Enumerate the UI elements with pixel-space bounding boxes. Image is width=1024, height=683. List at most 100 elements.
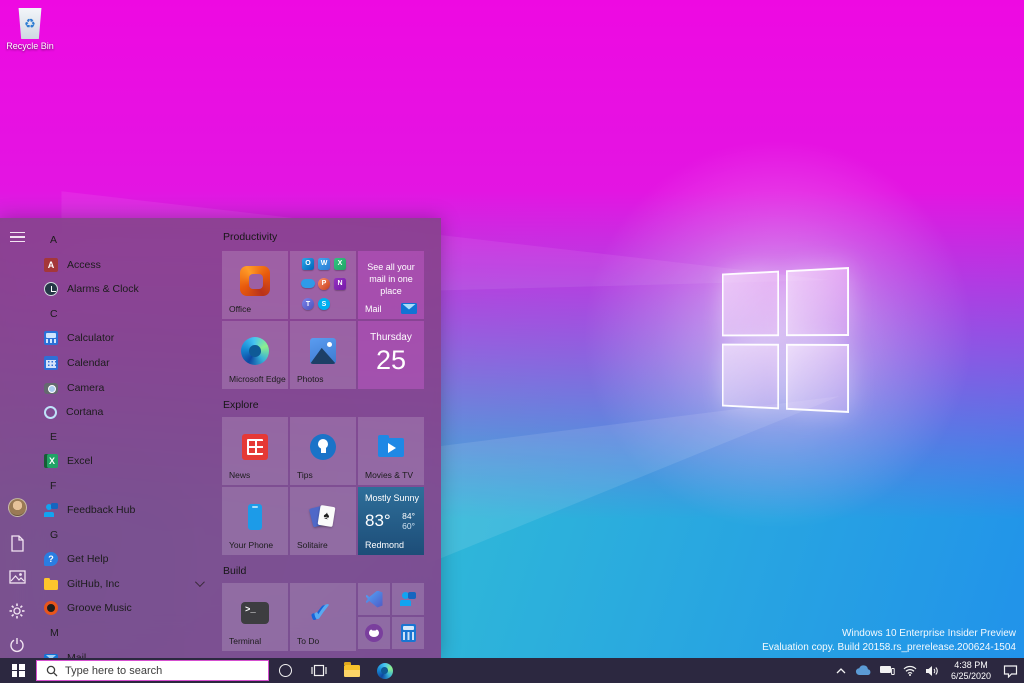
- camera-icon: [44, 382, 58, 394]
- tile-office[interactable]: Office: [222, 251, 288, 319]
- app-list-section-e[interactable]: E: [34, 424, 212, 449]
- app-item-calculator[interactable]: Calculator: [34, 326, 212, 351]
- cortana-button[interactable]: [269, 658, 302, 683]
- user-account-button[interactable]: [0, 494, 34, 520]
- app-list-section-g[interactable]: G: [34, 523, 212, 548]
- explore-tile-grid: News Tips Movies & TV Your Phone ♠ Solit…: [222, 417, 424, 555]
- tile-github[interactable]: [358, 617, 390, 649]
- weather-temperature: 83°: [365, 511, 391, 530]
- calendar-icon: [44, 356, 58, 370]
- task-view-button[interactable]: [302, 658, 335, 683]
- tile-microsoft-edge[interactable]: Microsoft Edge: [222, 321, 288, 389]
- cortana-icon: [44, 405, 57, 419]
- your-phone-icon: [248, 504, 262, 530]
- folder-icon: [44, 577, 58, 591]
- start-button[interactable]: [0, 658, 36, 683]
- volume-tray-button[interactable]: [925, 665, 939, 677]
- tile-calendar-live[interactable]: Thursday 25: [358, 321, 424, 389]
- mail-live-text: See all your mail in one place: [367, 262, 415, 296]
- weather-city: Redmond: [365, 540, 405, 550]
- calculator-icon: [400, 624, 416, 642]
- windows-logo-pane: [785, 267, 849, 337]
- app-list-section-m[interactable]: M: [34, 621, 212, 646]
- app-item-cortana[interactable]: Cortana: [34, 400, 212, 425]
- tile-solitaire[interactable]: ♠ Solitaire: [290, 487, 356, 555]
- tile-your-phone[interactable]: Your Phone: [222, 487, 288, 555]
- onedrive-cloud-icon: [855, 665, 871, 676]
- file-explorer-button[interactable]: [335, 658, 368, 683]
- productivity-tile-grid: Office O W X P N T S See all your mail i…: [222, 251, 424, 389]
- edge-browser-button[interactable]: [368, 658, 401, 683]
- tile-movies-tv[interactable]: Movies & TV: [358, 417, 424, 485]
- windows-logo-pane: [721, 343, 780, 410]
- app-item-alarms-clock[interactable]: Alarms & Clock: [34, 277, 212, 302]
- tile-group-productivity: Productivity: [223, 231, 278, 243]
- tile-photos[interactable]: Photos: [290, 321, 356, 389]
- office-icon: [240, 266, 270, 296]
- card-front-icon: ♠: [317, 504, 336, 528]
- app-item-github-folder[interactable]: GitHub, Inc: [34, 572, 212, 597]
- onedrive-icon: [301, 279, 315, 289]
- tile-calculator-small[interactable]: [392, 617, 424, 649]
- app-item-calendar[interactable]: Calendar: [34, 351, 212, 376]
- desktop: ♻ Recycle Bin Windows 10 Enterprise Insi…: [0, 0, 1024, 683]
- weather-condition: Mostly Sunny: [365, 493, 420, 503]
- app-item-mail[interactable]: Mail: [34, 645, 212, 658]
- task-view-icon: [310, 664, 327, 677]
- app-item-access[interactable]: A Access: [34, 253, 212, 278]
- app-item-groove-music[interactable]: Groove Music: [34, 596, 212, 621]
- taskbar-search-box[interactable]: [36, 660, 269, 681]
- watermark-line2: Evaluation copy. Build 20158.rs_prerelea…: [762, 641, 1016, 653]
- edge-icon: [241, 337, 269, 365]
- settings-button[interactable]: [0, 598, 34, 624]
- start-app-list: A A Access Alarms & Clock C Calculator C…: [34, 228, 212, 658]
- tile-office-suite[interactable]: O W X P N T S: [290, 251, 356, 319]
- expand-menu-button[interactable]: [0, 224, 34, 250]
- pictures-icon: [8, 570, 26, 584]
- build-small-tiles: [358, 583, 424, 651]
- wifi-tray-button[interactable]: [903, 665, 917, 676]
- mail-tile-label: Mail: [365, 303, 382, 314]
- show-hidden-icons-button[interactable]: [835, 667, 847, 675]
- document-icon: [10, 534, 24, 552]
- tile-to-do[interactable]: ✓ ✓ To Do: [290, 583, 356, 651]
- clock-date: 6/25/2020: [950, 670, 991, 681]
- tile-mail-live[interactable]: See all your mail in one place Mail: [358, 251, 424, 319]
- terminal-icon: >_: [241, 602, 269, 624]
- onedrive-tray-button[interactable]: [855, 665, 871, 676]
- recycle-bin-shortcut[interactable]: ♻ Recycle Bin: [4, 8, 56, 51]
- chevron-down-icon: [194, 577, 205, 588]
- documents-button[interactable]: [0, 530, 34, 556]
- tile-weather-live[interactable]: Mostly Sunny 83° 84° 60° Redmond: [358, 487, 424, 555]
- tile-terminal[interactable]: >_ Terminal: [222, 583, 288, 651]
- device-tray-button[interactable]: [879, 665, 895, 676]
- taskbar-clock[interactable]: 4:38 PM 6/25/2020: [947, 660, 995, 681]
- tile-feedback-hub-small[interactable]: [392, 583, 424, 615]
- tile-tips[interactable]: Tips: [290, 417, 356, 485]
- build-watermark: Windows 10 Enterprise Insider Preview Ev…: [762, 627, 1016, 654]
- action-center-button[interactable]: [1003, 664, 1018, 678]
- feedback-hub-icon: [400, 592, 416, 606]
- feedback-hub-icon: [44, 503, 58, 518]
- tile-visual-studio[interactable]: [358, 583, 390, 615]
- app-item-feedback-hub[interactable]: Feedback Hub: [34, 498, 212, 523]
- github-icon: [365, 624, 383, 642]
- build-tile-grid: >_ Terminal ✓ ✓ To Do: [222, 583, 424, 651]
- search-input[interactable]: [65, 664, 245, 677]
- calendar-date: 25: [375, 345, 407, 375]
- app-list-section-c[interactable]: C: [34, 302, 212, 327]
- app-list-section-a[interactable]: A: [34, 228, 212, 253]
- excel-mini-icon: X: [334, 257, 346, 270]
- app-item-excel[interactable]: X Excel: [34, 449, 212, 474]
- clock-time: 4:38 PM: [954, 660, 988, 670]
- app-item-camera[interactable]: Camera: [34, 375, 212, 400]
- tile-news[interactable]: News: [222, 417, 288, 485]
- start-menu: A A Access Alarms & Clock C Calculator C…: [0, 218, 441, 658]
- pictures-button[interactable]: [0, 564, 34, 590]
- app-item-get-help[interactable]: ? Get Help: [34, 547, 212, 572]
- user-avatar: [7, 497, 27, 517]
- app-list-section-f[interactable]: F: [34, 473, 212, 498]
- power-button[interactable]: [0, 632, 34, 658]
- weather-low: 60°: [402, 521, 415, 531]
- taskbar: 4:38 PM 6/25/2020: [0, 658, 1024, 683]
